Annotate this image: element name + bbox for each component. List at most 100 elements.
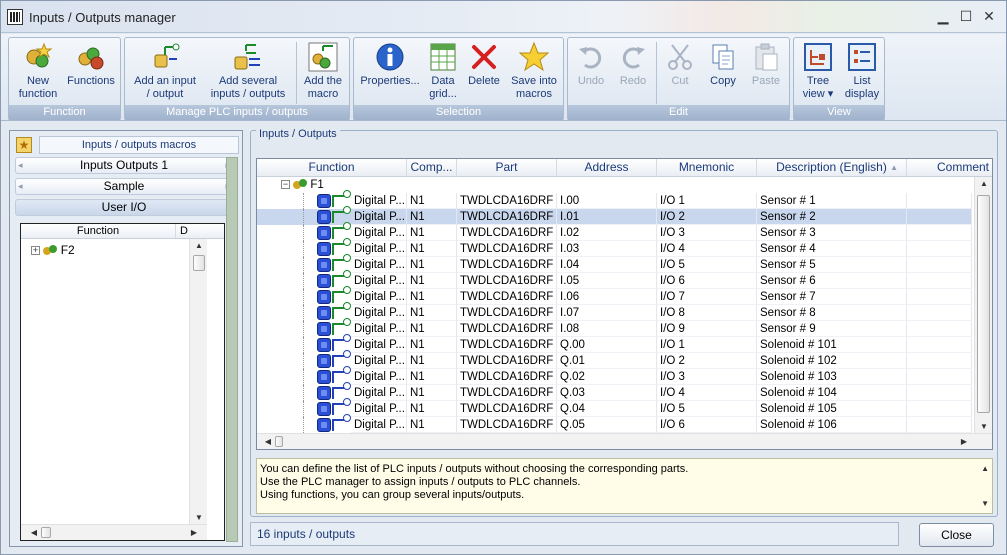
macro-tree-vscroll[interactable]: ▲ ▼ [189,239,207,524]
cell-part: TWDLCDA16DRF [457,369,557,385]
group-row-f1[interactable]: − F1 [257,177,972,193]
col-description[interactable]: Description (English) ▲ [757,159,907,177]
paste-button[interactable]: Paste [745,40,787,104]
tree-connector [303,353,304,369]
scroll-thumb[interactable] [41,527,51,538]
col-function[interactable]: Function [257,159,407,177]
table-row[interactable]: Digital P... N1 TWDLCDA16DRF Q.01 I/O 2 Solen… [257,350,972,369]
ribbon-group-view-label: View [794,105,884,120]
cell-mnemonic: I/O 1 [657,337,757,353]
list-display-button[interactable]: List display [840,40,884,104]
table-row[interactable]: Digital P... N1 TWDLCDA16DRF I.00 I/O 1 Senso… [257,190,972,209]
macro-tab-inputs-outputs-1[interactable]: ◂ Inputs Outputs 1 ▸ [15,157,233,174]
ribbon-separator [656,42,657,104]
cell-part: TWDLCDA16DRF [457,225,557,241]
maximize-button[interactable]: ☐ [956,7,976,25]
scroll-up-icon[interactable]: ▲ [981,462,989,475]
cell-address: I.00 [557,193,657,209]
grid-icon [430,43,456,71]
tree-connector [303,289,304,305]
table-row[interactable]: Digital P... N1 TWDLCDA16DRF I.03 I/O 4 Senso… [257,238,972,257]
scroll-up-icon[interactable]: ▲ [977,179,991,188]
save-into-macros-button[interactable]: Save into macros [506,40,562,104]
col-mnemonic[interactable]: Mnemonic [657,159,757,177]
expand-icon[interactable]: + [31,246,40,256]
cut-button[interactable]: Cut [659,40,701,104]
delete-icon [472,45,496,69]
tree-connector [303,337,304,353]
table-row[interactable]: Digital P... N1 TWDLCDA16DRF I.08 I/O 9 Senso… [257,318,972,337]
table-row[interactable]: Digital P... N1 TWDLCDA16DRF Q.02 I/O 3 Solen… [257,366,972,385]
table-row[interactable]: Digital P... N1 TWDLCDA16DRF I.06 I/O 7 Senso… [257,286,972,305]
table-row[interactable]: Digital P... N1 TWDLCDA16DRF I.05 I/O 6 Senso… [257,270,972,289]
cell-address: I.01 [557,209,657,225]
table-row[interactable]: Digital P... N1 TWDLCDA16DRF Q.00 I/O 1 Solen… [257,334,972,353]
tree-connector [303,385,304,401]
cell-part: TWDLCDA16DRF [457,193,557,209]
cell-address: I.05 [557,273,657,289]
cell-address: I.03 [557,241,657,257]
cell-part: TWDLCDA16DRF [457,305,557,321]
scroll-thumb[interactable] [193,255,205,271]
macro-tree-col-description[interactable]: D [180,224,190,238]
tree-view-button[interactable]: Tree view ▾ [796,40,840,104]
col-comment[interactable]: Comment ( [907,159,992,177]
cell-function: Digital P... [351,273,407,289]
functions-button[interactable]: Functions [63,40,119,104]
add-several-button[interactable]: Add several inputs / outputs [203,40,293,104]
tree-connector [303,193,304,209]
cell-component: N1 [407,273,457,289]
table-row[interactable]: Digital P... N1 TWDLCDA16DRF I.07 I/O 8 Senso… [257,302,972,321]
scroll-down-icon[interactable]: ▼ [977,422,991,431]
cell-description: Solenoid # 103 [757,369,907,385]
new-function-button[interactable]: New function [13,40,63,104]
scroll-right-icon[interactable]: ▶ [957,437,971,446]
scroll-down-icon[interactable]: ▼ [192,513,206,522]
scroll-right-icon[interactable]: ▶ [187,528,201,537]
scroll-down-icon[interactable]: ▼ [981,497,989,510]
macro-tree-hscroll[interactable]: ◀ ▶ [21,524,207,540]
cell-component: N1 [407,225,457,241]
minimize-button[interactable]: ▁ [933,7,953,25]
table-row[interactable]: Digital P... N1 TWDLCDA16DRF I.02 I/O 3 Senso… [257,222,972,241]
table-row[interactable]: Digital P... N1 TWDLCDA16DRF I.04 I/O 5 Senso… [257,254,972,273]
macro-tree-item-f2[interactable]: + F2 [31,242,75,258]
cell-function: Digital P... [351,193,407,209]
redo-button[interactable]: Redo [612,40,654,104]
col-address[interactable]: Address [557,159,657,177]
delete-button[interactable]: Delete [464,40,504,104]
close-window-button[interactable]: ✕ [979,7,999,25]
undo-button[interactable]: Undo [570,40,612,104]
macro-tab-user-io[interactable]: User I/O [15,199,233,216]
macro-panel-side-bar [226,157,238,542]
scroll-left-icon[interactable]: ◀ [27,528,41,537]
col-component[interactable]: Comp... [407,159,457,177]
table-row[interactable]: Digital P... N1 TWDLCDA16DRF I.01 I/O 2 Senso… [257,206,972,225]
close-button[interactable]: Close [919,523,994,547]
cell-part: TWDLCDA16DRF [457,337,557,353]
data-grid-button[interactable]: Data grid... [424,40,462,104]
properties-button[interactable]: Properties... [358,40,422,104]
io-grid-vscroll[interactable]: ▲ ▼ [974,177,992,433]
cell-address: Q.02 [557,369,657,385]
cell-description: Sensor # 8 [757,305,907,321]
table-row[interactable]: Digital P... N1 TWDLCDA16DRF Q.05 I/O 6 Solen… [257,414,972,433]
macro-tree-col-function[interactable]: Function [21,224,176,238]
cell-description: Solenoid # 101 [757,337,907,353]
table-row[interactable]: Digital P... N1 TWDLCDA16DRF Q.04 I/O 5 Solen… [257,398,972,417]
scroll-thumb[interactable] [275,436,283,447]
table-row[interactable]: Digital P... N1 TWDLCDA16DRF Q.03 I/O 4 Solen… [257,382,972,401]
col-part[interactable]: Part [457,159,557,177]
cell-function: Digital P... [351,353,407,369]
scroll-up-icon[interactable]: ▲ [192,241,206,250]
io-grid-hscroll[interactable]: ◀ ▶ [257,433,992,449]
copy-button[interactable]: Copy [702,40,744,104]
scroll-left-icon[interactable]: ◀ [261,437,275,446]
scroll-thumb[interactable] [977,195,990,413]
favorite-star-icon[interactable]: ★ [16,137,32,153]
add-input-output-button[interactable]: Add an input / output [127,40,203,104]
macro-tab-sample[interactable]: ◂ Sample ▸ [15,178,233,195]
cell-component: N1 [407,193,457,209]
collapse-icon[interactable]: − [281,180,290,190]
add-macro-button[interactable]: Add the macro [298,40,348,104]
